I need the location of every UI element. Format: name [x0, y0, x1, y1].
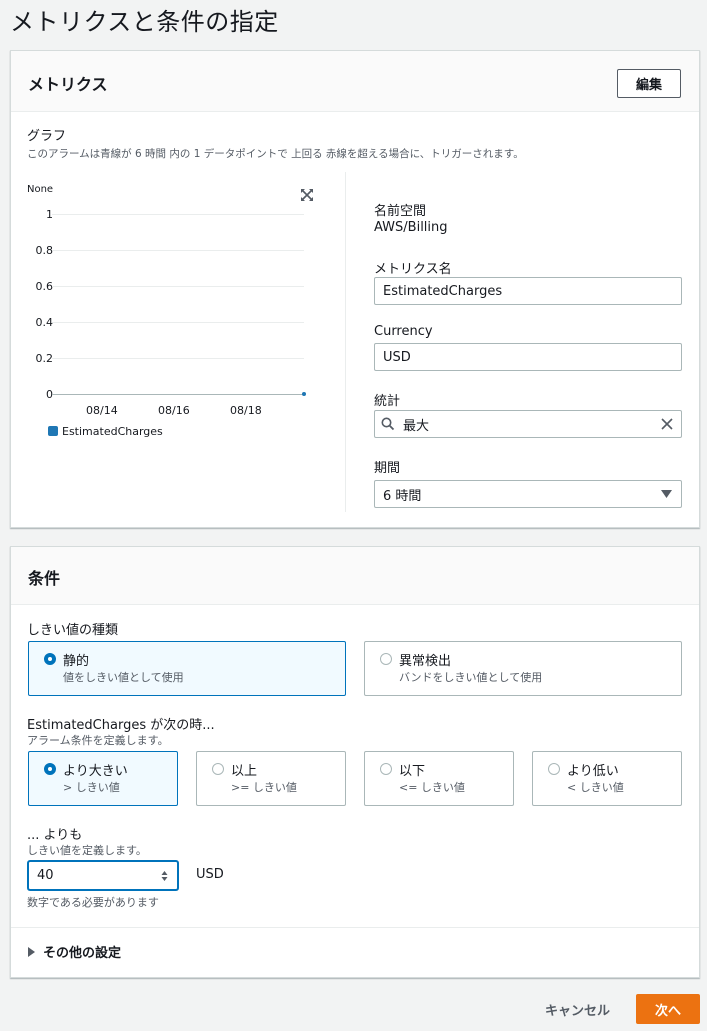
- period-label: 期間: [374, 461, 401, 476]
- threshold-type-anomaly[interactable]: 異常検出 バンドをしきい値として使用: [364, 641, 682, 696]
- currency-value: USD: [383, 349, 411, 365]
- x-tick-label: 08/16: [158, 404, 190, 417]
- operator-greater[interactable]: より大きい > しきい値: [28, 751, 178, 806]
- threshold-hint: 数字である必要があります: [27, 896, 159, 909]
- tile-title: 以下: [399, 764, 426, 779]
- x-tick-label: 08/14: [86, 404, 118, 417]
- threshold-type-static[interactable]: 静的 値をしきい値として使用: [28, 641, 346, 696]
- stepper-icon[interactable]: [161, 870, 168, 882]
- tile-description: >= しきい値: [231, 781, 297, 794]
- clear-icon[interactable]: [660, 417, 674, 431]
- gridline: [52, 358, 304, 359]
- metrics-panel-title: メトリクス: [28, 75, 108, 94]
- cancel-button[interactable]: キャンセル: [545, 1000, 610, 1019]
- gridline: [52, 322, 304, 323]
- conditions-panel-title: 条件: [28, 569, 61, 588]
- gridline: [52, 250, 304, 251]
- y-tick-label: 1: [46, 208, 53, 221]
- search-icon: [381, 417, 395, 431]
- when-label: EstimatedCharges が次の時...: [27, 718, 215, 733]
- threshold-value: 40: [37, 868, 54, 883]
- when-description: アラーム条件を定義します。: [27, 734, 169, 747]
- currency-field[interactable]: USD: [374, 343, 682, 371]
- graph-description: このアラームは青線が 6 時間 内の 1 データポイントで 上回る 赤線を超える…: [27, 148, 524, 160]
- tile-description: < しきい値: [567, 781, 624, 794]
- tile-title: 以上: [231, 764, 258, 779]
- operator-greater-equal[interactable]: 以上 >= しきい値: [196, 751, 346, 806]
- expand-icon[interactable]: [300, 187, 314, 201]
- tile-title: 異常検出: [399, 654, 452, 669]
- graph-label: グラフ: [27, 129, 67, 144]
- gridline: [52, 214, 304, 215]
- y-tick-label: 0: [46, 388, 53, 401]
- operator-less-equal[interactable]: 以下 <= しきい値: [364, 751, 514, 806]
- page-title: メトリクスと条件の指定: [10, 8, 279, 36]
- metric-name-value: EstimatedCharges: [383, 283, 503, 299]
- radio-unselected: [380, 763, 392, 775]
- statistic-search-field[interactable]: 最大: [374, 410, 682, 438]
- section-divider: [11, 927, 699, 928]
- threshold-input[interactable]: 40: [28, 861, 178, 890]
- radio-selected: [44, 763, 56, 775]
- y-tick-label: 0.8: [35, 244, 54, 257]
- legend-label: EstimatedCharges: [62, 425, 163, 438]
- vertical-divider: [345, 172, 346, 512]
- tile-description: バンドをしきい値として使用: [399, 671, 543, 684]
- radio-unselected: [212, 763, 224, 775]
- than-label: ... よりも: [27, 828, 83, 843]
- tile-title: より大きい: [63, 764, 128, 779]
- statistic-value: 最大: [403, 418, 430, 434]
- metrics-panel-header: メトリクス 編集: [11, 51, 699, 112]
- radio-selected: [44, 653, 56, 665]
- threshold-type-label: しきい値の種類: [27, 623, 119, 638]
- additional-settings-label: その他の設定: [43, 946, 122, 961]
- chart-y-label: None: [27, 184, 54, 195]
- namespace-label: 名前空間: [374, 204, 427, 219]
- operator-less[interactable]: より低い < しきい値: [532, 751, 682, 806]
- threshold-unit: USD: [196, 867, 224, 882]
- tile-description: <= しきい値: [399, 781, 465, 794]
- additional-settings-toggle[interactable]: その他の設定: [28, 942, 121, 961]
- y-tick-label: 0.6: [35, 280, 54, 293]
- caret-down-icon: [661, 490, 672, 499]
- radio-unselected: [548, 763, 560, 775]
- x-axis-line: [52, 394, 304, 395]
- tile-title: 静的: [63, 654, 90, 669]
- statistic-label: 統計: [374, 394, 401, 409]
- x-tick-label: 08/18: [230, 404, 262, 417]
- tile-description: 値をしきい値として使用: [63, 671, 184, 684]
- y-tick-label: 0.2: [35, 352, 54, 365]
- tile-description: > しきい値: [63, 781, 120, 794]
- metric-name-label: メトリクス名: [374, 262, 452, 277]
- tile-title: より低い: [567, 764, 619, 779]
- y-tick-label: 0.4: [35, 316, 54, 329]
- caret-right-icon: [28, 946, 35, 957]
- conditions-panel-header: 条件: [11, 547, 699, 605]
- metric-name-field[interactable]: EstimatedCharges: [374, 277, 682, 305]
- data-point: [302, 392, 306, 396]
- radio-unselected: [380, 653, 392, 665]
- edit-button[interactable]: 編集: [617, 69, 681, 98]
- legend-swatch: [48, 426, 58, 436]
- period-select[interactable]: 6 時間: [374, 480, 682, 508]
- namespace-value: AWS/Billing: [374, 220, 448, 235]
- next-button[interactable]: 次へ: [636, 994, 700, 1024]
- currency-label: Currency: [374, 324, 433, 339]
- period-value: 6 時間: [383, 488, 422, 504]
- than-description: しきい値を定義します。: [27, 844, 147, 857]
- gridline: [52, 286, 304, 287]
